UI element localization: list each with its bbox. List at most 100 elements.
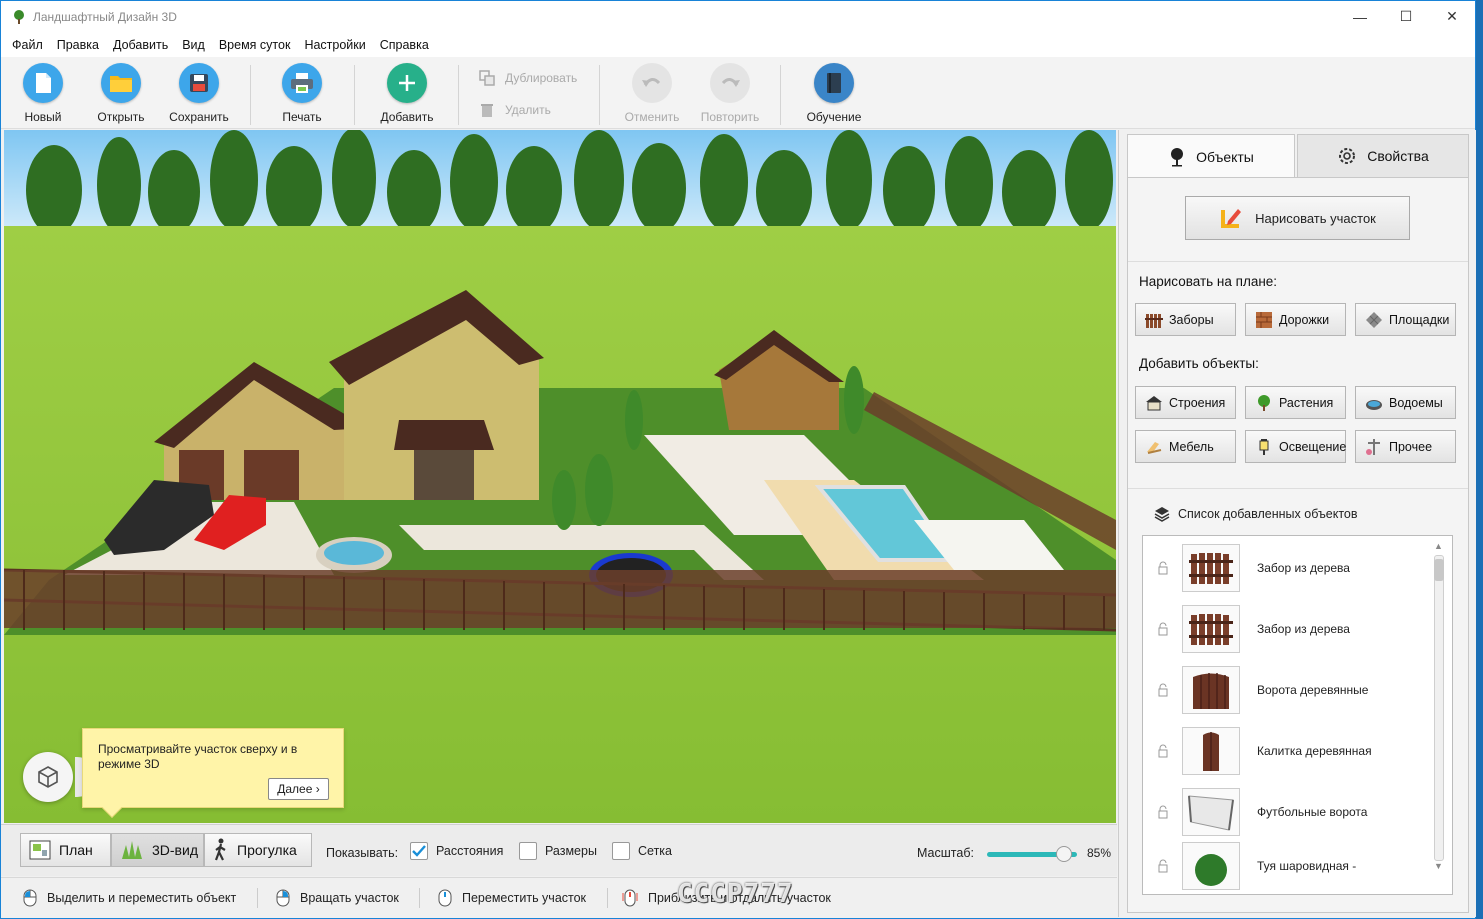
tab-objects[interactable]: Объекты: [1127, 134, 1295, 178]
fences-button[interactable]: Заборы: [1135, 303, 1236, 336]
title-bar: Ландшафтный Дизайн 3D — ☐ ✕: [1, 1, 1475, 32]
close-button[interactable]: ✕: [1429, 1, 1475, 32]
list-item[interactable]: Забор из дерева: [1143, 599, 1423, 659]
house-icon: [1145, 394, 1163, 412]
menu-settings[interactable]: Настройки: [297, 38, 372, 52]
draw-on-plan-title: Нарисовать на плане:: [1139, 274, 1278, 289]
toolbar: Новый Открыть Сохранить Печать Добавить …: [1, 57, 1475, 129]
lighting-label: Освещение: [1279, 439, 1347, 454]
draw-plot-button[interactable]: Нарисовать участок: [1185, 196, 1410, 240]
misc-objects-icon: [1365, 438, 1383, 456]
tile-area-icon: [1365, 311, 1383, 329]
chair-icon: [1145, 438, 1163, 456]
scroll-up-arrow[interactable]: ▲: [1434, 541, 1443, 551]
list-item-name: Ворота деревянные: [1257, 683, 1369, 697]
dimensions-label: Размеры: [545, 844, 597, 858]
tab-properties[interactable]: Свойства: [1297, 134, 1469, 178]
menu-view[interactable]: Вид: [175, 38, 212, 52]
tab-properties-label: Свойства: [1367, 148, 1429, 164]
status-bar: Выделить и переместить объект Вращать уч…: [1, 877, 1117, 916]
print-button[interactable]: Печать: [264, 63, 340, 127]
scale-slider-thumb[interactable]: [1055, 846, 1072, 862]
lantern-icon: [1255, 438, 1273, 456]
draw-plot-label: Нарисовать участок: [1255, 210, 1376, 226]
minimize-button[interactable]: —: [1337, 1, 1383, 32]
scale-slider[interactable]: [987, 846, 1077, 862]
grid-check-box: [612, 842, 630, 860]
tutorial-button[interactable]: Обучение: [796, 63, 872, 127]
lighting-button[interactable]: Освещение: [1245, 430, 1346, 463]
status-separator: [607, 888, 608, 908]
dimensions-checkbox[interactable]: Размеры: [519, 842, 597, 860]
onboarding-tooltip: Просматривайте участок сверху и в режиме…: [82, 728, 344, 818]
redo-button[interactable]: Повторить: [692, 63, 768, 127]
plants-button[interactable]: Растения: [1245, 386, 1346, 419]
unlock-icon[interactable]: [1157, 561, 1169, 575]
list-item[interactable]: Забор из дерева: [1143, 538, 1423, 598]
open-label: Открыть: [97, 110, 145, 124]
delete-button[interactable]: Удалить: [479, 102, 551, 118]
areas-button[interactable]: Площадки: [1355, 303, 1456, 336]
other-button[interactable]: Прочее: [1355, 430, 1456, 463]
view-mode-walk[interactable]: Прогулка: [204, 833, 312, 867]
scroll-down-arrow[interactable]: ▼: [1434, 861, 1443, 871]
hint-rotate-text: Вращать участок: [300, 891, 399, 905]
paths-button[interactable]: Дорожки: [1245, 303, 1346, 336]
onboarding-next-button[interactable]: Далее ›: [268, 778, 329, 800]
menu-edit[interactable]: Правка: [50, 38, 106, 52]
app-tree-icon: [14, 9, 24, 24]
unlock-icon[interactable]: [1157, 744, 1169, 758]
duplicate-icon: [479, 70, 495, 86]
delete-label: Удалить: [505, 103, 551, 117]
view-mode-3d[interactable]: 3D-вид: [111, 833, 204, 867]
walking-person-icon: [214, 838, 226, 861]
window-controls: — ☐ ✕: [1337, 1, 1475, 32]
ponds-button[interactable]: Водоемы: [1355, 386, 1456, 419]
toolbar-separator: [250, 65, 251, 125]
mouse-middle-icon: [438, 889, 452, 907]
printer-icon: [282, 63, 322, 103]
menu-add[interactable]: Добавить: [106, 38, 175, 52]
fence-icon: [1145, 311, 1163, 329]
buildings-button[interactable]: Строения: [1135, 386, 1236, 419]
plus-icon: [387, 63, 427, 103]
menu-time-of-day[interactable]: Время суток: [212, 38, 298, 52]
maximize-button[interactable]: ☐: [1383, 1, 1429, 32]
layers-icon: [1154, 507, 1170, 522]
unlock-icon[interactable]: [1157, 622, 1169, 636]
list-item[interactable]: Ворота деревянные: [1143, 660, 1423, 720]
save-button[interactable]: Сохранить: [161, 63, 237, 127]
unlock-icon[interactable]: [1157, 859, 1169, 873]
scroll-track[interactable]: [1434, 555, 1444, 861]
menu-help[interactable]: Справка: [373, 38, 436, 52]
toolbar-separator: [599, 65, 600, 125]
menu-file[interactable]: Файл: [5, 38, 50, 52]
grid-checkbox[interactable]: Сетка: [612, 842, 672, 860]
new-button[interactable]: Новый: [5, 63, 81, 127]
watermark-text: CCCP777: [677, 879, 794, 909]
add-button[interactable]: Добавить: [369, 63, 445, 127]
view-cube-button[interactable]: [23, 752, 73, 802]
view-mode-plan[interactable]: План: [20, 833, 111, 867]
unlock-icon[interactable]: [1157, 805, 1169, 819]
list-item[interactable]: Туя шаровидная -: [1143, 836, 1423, 894]
distances-checkbox[interactable]: Расстояния: [410, 842, 503, 860]
furniture-button[interactable]: Мебель: [1135, 430, 1236, 463]
added-objects-list[interactable]: Забор из дерева Забор из дерева Ворота д…: [1142, 535, 1453, 895]
list-scrollbar[interactable]: ▲ ▼: [1432, 541, 1444, 873]
undo-button[interactable]: Отменить: [614, 63, 690, 127]
3d-viewport[interactable]: [4, 130, 1116, 823]
section-divider: [1128, 261, 1468, 262]
hint-select-move-text: Выделить и переместить объект: [47, 891, 237, 905]
hint-pan: Переместить участок: [438, 889, 586, 907]
duplicate-button[interactable]: Дублировать: [479, 70, 577, 86]
list-item[interactable]: Калитка деревянная: [1143, 721, 1423, 781]
unlock-icon[interactable]: [1157, 683, 1169, 697]
list-item[interactable]: Футбольные ворота: [1143, 782, 1423, 842]
scroll-thumb[interactable]: [1434, 559, 1444, 581]
status-separator: [257, 888, 258, 908]
add-label: Добавить: [380, 110, 434, 124]
open-button[interactable]: Открыть: [83, 63, 159, 127]
redo-label: Повторить: [700, 110, 760, 124]
brick-path-icon: [1255, 311, 1273, 329]
